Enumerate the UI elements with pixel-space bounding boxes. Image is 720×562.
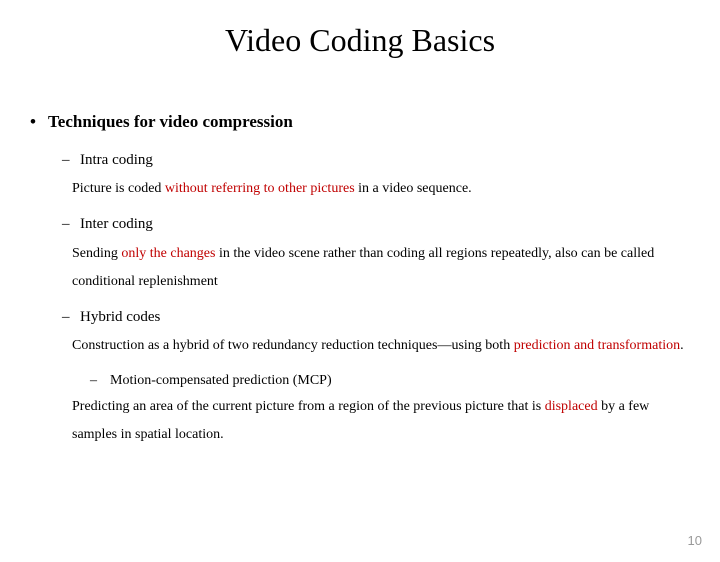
bullet-level2-inter: –Inter coding — [62, 213, 690, 236]
bullet-level2-intra: –Intra coding — [62, 149, 690, 172]
mcp-description: Predicting an area of the current pictur… — [72, 393, 690, 449]
hybrid-description: Construction as a hybrid of two redundan… — [72, 332, 690, 360]
bullet-level1: •Techniques for video compression — [30, 109, 690, 135]
intra-description: Picture is coded without referring to ot… — [72, 175, 690, 203]
intra-d3: in a video sequence. — [355, 181, 472, 196]
mcp-label: Motion-compensated prediction (MCP) — [110, 373, 332, 388]
hybrid-d3: . — [680, 338, 684, 353]
mcp-d1: Predicting an area of the current pictur… — [72, 399, 545, 414]
dash-icon: – — [90, 370, 110, 391]
dash-icon: – — [62, 306, 80, 329]
bullet-level3-mcp: –Motion-compensated prediction (MCP) — [90, 370, 690, 391]
page-number: 10 — [688, 533, 702, 548]
hybrid-d1: Construction as a hybrid of two redundan… — [72, 338, 514, 353]
inter-highlight: only the changes — [121, 246, 215, 261]
slide-content: •Techniques for video compression –Intra… — [30, 109, 690, 449]
slide-title: Video Coding Basics — [0, 22, 720, 59]
slide: Video Coding Basics •Techniques for vide… — [0, 22, 720, 562]
intra-label: Intra coding — [80, 152, 153, 168]
mcp-highlight: displaced — [545, 399, 598, 414]
hybrid-highlight: prediction and transformation — [514, 338, 680, 353]
hybrid-label: Hybrid codes — [80, 309, 160, 325]
inter-d1: Sending — [72, 246, 121, 261]
intra-highlight: without referring to other pictures — [165, 181, 355, 196]
inter-label: Inter coding — [80, 216, 153, 232]
bullet-level2-hybrid: –Hybrid codes — [62, 306, 690, 329]
dash-icon: – — [62, 213, 80, 236]
intra-d1: Picture is coded — [72, 181, 165, 196]
inter-description: Sending only the changes in the video sc… — [72, 240, 690, 296]
bullet-dot-icon: • — [30, 109, 48, 135]
heading-text: Techniques for video compression — [48, 112, 293, 131]
dash-icon: – — [62, 149, 80, 172]
